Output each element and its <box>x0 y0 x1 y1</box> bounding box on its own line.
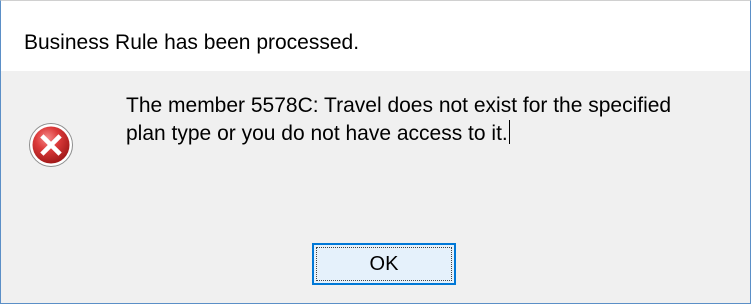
ok-button-label: OK <box>369 253 399 275</box>
text-caret <box>508 120 510 144</box>
dialog-message: The member 5578C: Travel does not exist … <box>126 92 726 148</box>
dialog-title: Business Rule has been processed. <box>24 31 360 54</box>
message-line-2: plan type or you do not have access to i… <box>126 122 508 145</box>
ok-button[interactable]: OK <box>312 243 456 285</box>
message-line-1: The member 5578C: Travel does not exist … <box>126 94 672 117</box>
dialog-header: Business Rule has been processed. <box>1 1 750 71</box>
dialog-content: The member 5578C: Travel does not exist … <box>1 71 750 303</box>
message-dialog: Business Rule has been processed. The me… <box>0 0 751 304</box>
error-icon <box>29 123 73 167</box>
